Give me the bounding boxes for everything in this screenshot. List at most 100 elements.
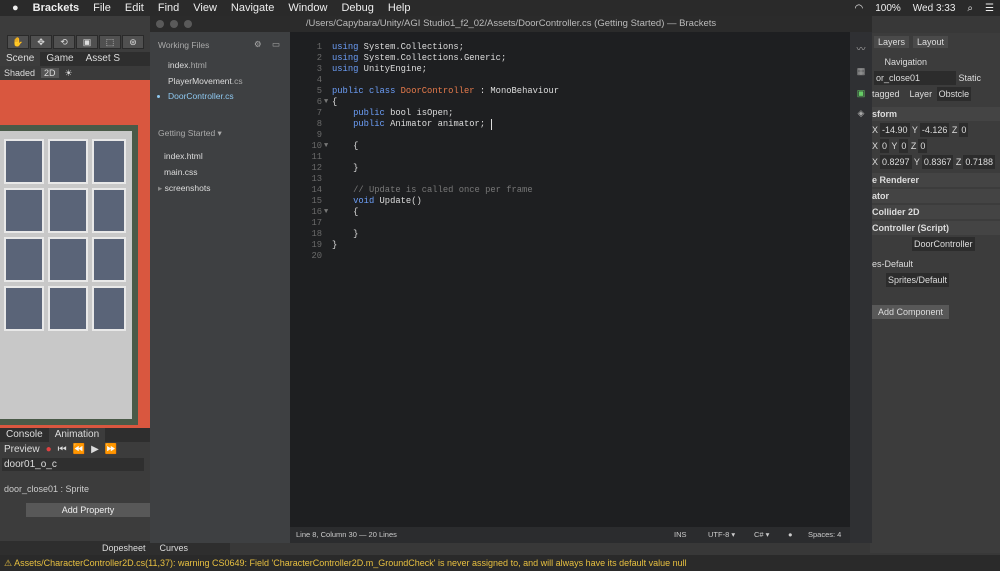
sprite-renderer-header[interactable]: e Renderer <box>870 173 1000 187</box>
layers-icon[interactable]: ◈ <box>855 108 867 118</box>
window-pane <box>4 139 44 184</box>
rot-y-field[interactable]: 0 <box>899 139 909 153</box>
static-checkbox[interactable]: Static <box>959 73 982 83</box>
working-file-item[interactable]: PlayerMovement.cs <box>168 76 243 86</box>
language-dropdown[interactable]: C# ▾ <box>754 527 769 543</box>
scale-row: X 0.8297 Y 0.8367 Z 0.7188 <box>872 155 995 169</box>
menu-navigate[interactable]: Navigate <box>231 2 274 14</box>
extension-icon[interactable]: ▣ <box>855 88 867 98</box>
add-component-button[interactable]: Add Component <box>872 305 950 319</box>
rotate-tool-icon[interactable]: ⟲ <box>53 35 75 49</box>
navigation-label[interactable]: Navigation <box>885 57 928 67</box>
tag-dropdown[interactable]: tagged <box>872 89 900 99</box>
fold-arrow-icon[interactable]: ▼ <box>324 98 328 106</box>
project-header[interactable]: Getting Started ▾ <box>158 128 222 139</box>
project-file-item[interactable]: index.html <box>164 151 203 161</box>
project-folder-item[interactable]: ▸ screenshots <box>158 183 210 194</box>
animator-header[interactable]: ator <box>870 189 1000 203</box>
toggle-2d-button[interactable]: 2D <box>41 68 59 78</box>
tab-console[interactable]: Console <box>0 428 49 442</box>
clock[interactable]: Wed 3:33 <box>913 3 956 14</box>
light-icon[interactable]: ☀ <box>65 68 73 79</box>
menu-window[interactable]: Window <box>288 2 327 14</box>
line-number: 10 <box>311 141 322 151</box>
linter-status-icon[interactable]: ● <box>788 527 793 543</box>
menu-debug[interactable]: Debug <box>341 2 373 14</box>
ins-mode-toggle[interactable]: INS <box>674 527 687 543</box>
rot-x-field[interactable]: 0 <box>880 139 890 153</box>
menu-edit[interactable]: Edit <box>125 2 144 14</box>
battery-percent[interactable]: 100% <box>875 3 901 14</box>
working-files-header: Working Files <box>158 40 210 50</box>
object-name-field[interactable]: or_close01 <box>874 71 956 85</box>
fold-arrow-icon[interactable]: ▼ <box>324 142 328 150</box>
navigation-tab[interactable]: Navigation <box>870 55 1000 69</box>
prev-frame-icon[interactable]: ⏪ <box>73 444 85 455</box>
close-window-button[interactable] <box>156 20 164 28</box>
pos-y-field[interactable]: -4.126 <box>919 123 950 137</box>
encoding-dropdown[interactable]: UTF-8 ▾ <box>708 527 735 543</box>
extension-manager-icon[interactable]: ▦ <box>855 66 867 76</box>
live-preview-icon[interactable]: 〰 <box>855 44 867 54</box>
menu-app-brackets[interactable]: Brackets <box>33 2 79 14</box>
scale-z-field[interactable]: 0.7188 <box>963 155 995 169</box>
tab-asset-store[interactable]: Asset S <box>80 52 126 66</box>
scale-y-field[interactable]: 0.8367 <box>921 155 954 169</box>
minimize-window-button[interactable] <box>170 20 178 28</box>
collider-header[interactable]: Collider 2D <box>870 205 1000 219</box>
scale-tool-icon[interactable]: ▣ <box>76 35 98 49</box>
search-icon[interactable]: ⌕ <box>967 3 973 14</box>
working-file-item-active[interactable]: DoorController.cs <box>168 91 234 101</box>
shading-mode-dropdown[interactable]: Shaded <box>4 68 35 78</box>
record-icon[interactable]: ● <box>46 444 52 455</box>
preview-button[interactable]: Preview <box>4 444 40 455</box>
scene-viewport[interactable] <box>0 80 150 428</box>
project-file-item[interactable]: main.css <box>164 167 198 177</box>
menu-view[interactable]: View <box>193 2 217 14</box>
clip-dropdown[interactable]: door01_o_c <box>2 458 144 471</box>
split-view-icon[interactable]: ▭ <box>272 39 280 50</box>
pos-x-field[interactable]: -14.90 <box>880 123 910 137</box>
material-row[interactable]: es-Default <box>870 257 1000 271</box>
pos-z-field[interactable]: 0 <box>959 123 969 137</box>
script-header[interactable]: Controller (Script) <box>870 221 1000 235</box>
menu-help[interactable]: Help <box>388 2 411 14</box>
rect-tool-icon[interactable]: ⬚ <box>99 35 121 49</box>
shader-dropdown[interactable]: Sprites/Default <box>886 273 950 287</box>
tab-curves[interactable]: Curves <box>160 541 189 555</box>
add-property-button[interactable]: Add Property <box>26 503 150 517</box>
script-field[interactable]: DoorController <box>912 237 975 251</box>
menu-list-icon[interactable]: ☰ <box>985 3 994 14</box>
zoom-window-button[interactable] <box>184 20 192 28</box>
indent-spaces-toggle[interactable]: Spaces: 4 <box>808 527 841 543</box>
unity-warning-bar[interactable]: ⚠ Assets/CharacterController2D.cs(11,37)… <box>0 555 1000 571</box>
code-line: { <box>332 207 359 217</box>
menu-file[interactable]: File <box>93 2 111 14</box>
code-line: } <box>332 240 338 250</box>
tab-dopesheet[interactable]: Dopesheet <box>102 541 146 555</box>
hand-tool-icon[interactable]: ✋ <box>7 35 29 49</box>
fold-arrow-icon[interactable]: ▼ <box>324 208 328 216</box>
wifi-icon[interactable]: ◠ <box>854 3 863 14</box>
tab-scene[interactable]: Scene <box>0 52 41 66</box>
rot-z-field[interactable]: 0 <box>918 139 928 153</box>
next-frame-icon[interactable]: ⏩ <box>105 444 117 455</box>
menu-find[interactable]: Find <box>158 2 179 14</box>
layers-dropdown[interactable]: Layers <box>874 36 910 48</box>
code-editor[interactable]: 1 using System.Collections; 2 using Syst… <box>290 32 850 527</box>
first-frame-icon[interactable]: ⏮ <box>58 444 67 455</box>
scale-x-field[interactable]: 0.8297 <box>880 155 912 169</box>
apple-icon[interactable]: ● <box>12 2 19 14</box>
tab-animation[interactable]: Animation <box>48 428 106 442</box>
sprite-property-row[interactable]: door_close01 : Sprite <box>4 484 89 494</box>
text-cursor <box>491 119 492 130</box>
transform-tool-icon[interactable]: ⊛ <box>122 35 144 49</box>
layout-dropdown[interactable]: Layout <box>913 36 949 48</box>
play-icon[interactable]: ▶ <box>91 444 99 455</box>
move-tool-icon[interactable]: ✥ <box>30 35 52 49</box>
gear-icon[interactable]: ⚙ <box>254 39 262 50</box>
layer-dropdown[interactable]: Obstcle <box>936 87 972 101</box>
transform-header[interactable]: sform <box>870 107 1000 121</box>
working-file-item[interactable]: index.html <box>168 60 207 70</box>
tab-game[interactable]: Game <box>40 52 79 66</box>
